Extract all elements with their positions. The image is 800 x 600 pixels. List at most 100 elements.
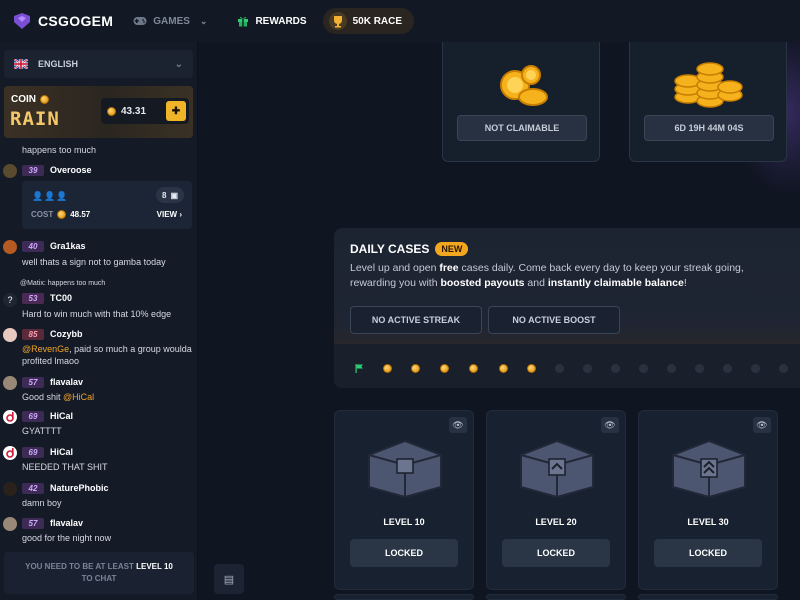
chat-text: @RevenGe, paid so much a group woulda pr… [22, 343, 194, 367]
language-label: ENGLISH [38, 59, 79, 69]
chat-username[interactable]: flavalav [50, 518, 83, 528]
chat-text: NEEDED THAT SHIT [22, 462, 108, 472]
case-level-label: LEVEL 30 [687, 517, 729, 527]
chest-icon [368, 439, 442, 499]
coin-pile-icon [500, 65, 548, 106]
chat-text-body: Good shit [22, 392, 64, 402]
chat-username[interactable]: HiCal [50, 411, 73, 421]
level-badge: 85 [22, 329, 44, 340]
chat-username[interactable]: Cozybb [50, 329, 83, 339]
level-badge: 69 [22, 411, 44, 422]
case-card-level-30[interactable]: 👁 LEVEL 30 LOCKED [638, 410, 778, 590]
logo-text: CSGO [38, 13, 81, 29]
streak-track [334, 344, 800, 388]
avatar[interactable] [3, 328, 17, 342]
eye-icon[interactable]: 👁 [449, 417, 467, 433]
coin-stack-icon [674, 62, 743, 108]
locked-button[interactable]: LOCKED [502, 539, 610, 567]
case-count-badge: 8 ▣ [155, 187, 184, 203]
avatar[interactable] [3, 482, 17, 496]
avatar[interactable] [3, 164, 17, 178]
box-icon: ▣ [170, 190, 178, 200]
chat-username[interactable]: TC00 [50, 293, 72, 303]
desc-part: ! [683, 277, 687, 289]
nav-rewards-label: REWARDS [255, 15, 307, 27]
chat-text: well thats a sign not to gamba today [22, 257, 166, 267]
race-button[interactable]: 50K RACE [322, 8, 415, 34]
level-badge: 42 [22, 483, 44, 494]
chat-text: happens too much [22, 145, 97, 155]
rain-card: 👤👤👤 8 ▣ COST 48.57 VIEW › [22, 181, 192, 229]
chat-text: Hard to win much with that 10% edge [22, 309, 172, 319]
locked-button[interactable]: LOCKED [654, 539, 762, 567]
rain-cost: COST 48.57 [31, 210, 90, 219]
chat-username[interactable]: NaturePhobic [50, 483, 109, 493]
coin-rain-banner: COIN RAIN 43.31 ✚ [4, 86, 193, 138]
language-select[interactable]: ENGLISH ⌄ [4, 50, 193, 78]
desc-bold: instantly claimable balance [547, 277, 684, 289]
chat-username[interactable]: HiCal [50, 447, 73, 457]
claim-status-button[interactable]: NOT CLAIMABLE [457, 115, 587, 141]
flag-icon [354, 176, 363, 185]
locked-button[interactable]: LOCKED [350, 539, 458, 567]
avatar[interactable]: ? [3, 293, 17, 307]
avatar[interactable] [3, 517, 17, 531]
cost-label: COST [31, 210, 54, 219]
avatar-logo-icon [6, 412, 14, 422]
notice-suffix: TO CHAT [81, 574, 117, 583]
view-button[interactable]: VIEW › [157, 210, 182, 219]
daily-description: Level up and open free cases daily. Come… [350, 261, 770, 291]
desc-bold: free [439, 262, 459, 274]
desc-part: and [524, 277, 548, 289]
rain-amount: 43.31 [121, 105, 147, 117]
case-card-level-20[interactable]: 👁 LEVEL 20 LOCKED [486, 410, 626, 590]
gamepad-icon [133, 17, 147, 25]
chat-username[interactable]: flavalav [50, 377, 83, 387]
tip-rain-button[interactable]: ✚ [166, 101, 186, 121]
level-badge: 57 [22, 377, 44, 388]
coin-icon [40, 95, 49, 104]
avatar[interactable] [3, 240, 17, 254]
eye-icon[interactable]: 👁 [601, 417, 619, 433]
desc-bold: boosted payouts [440, 277, 525, 289]
logo[interactable]: CSGOGEM [12, 13, 113, 29]
avatar[interactable] [3, 446, 17, 460]
mention[interactable]: @RevenGe [22, 344, 69, 354]
avatar[interactable] [3, 410, 17, 424]
avatar[interactable] [3, 376, 17, 390]
uk-flag-icon [14, 59, 28, 69]
level-badge: 39 [22, 165, 44, 176]
reply-reference: @Matix: happens too much [20, 280, 106, 287]
nav-rewards[interactable]: REWARDS [237, 15, 307, 27]
chat-locked-notice: YOU NEED TO BE AT LEAST LEVEL 10 TO CHAT [4, 552, 194, 594]
case-card [334, 594, 474, 600]
chat-username[interactable]: Overoose [50, 165, 92, 175]
level-badge: 57 [22, 518, 44, 529]
gift-icon [238, 16, 249, 27]
new-badge: NEW [435, 242, 469, 256]
streak-button[interactable]: NO ACTIVE STREAK [350, 306, 482, 334]
race-label: 50K RACE [352, 15, 403, 27]
chest-icon [520, 439, 594, 499]
eye-icon[interactable]: 👁 [753, 417, 771, 433]
level-badge: 69 [22, 447, 44, 458]
chat-username[interactable]: Gra1kas [50, 241, 86, 251]
mention[interactable]: @HiCal [63, 392, 94, 402]
trophy-icon [328, 12, 347, 30]
coin-icon [107, 106, 116, 116]
logo-text-bold: GEM [80, 13, 114, 29]
nav-games[interactable]: GAMES ⌄ [133, 16, 207, 27]
boost-button[interactable]: NO ACTIVE BOOST [488, 306, 620, 334]
case-card-level-10[interactable]: 👁 LEVEL 10 LOCKED [334, 410, 474, 590]
chat-text: good for the night now [22, 533, 112, 543]
coin-label: COIN [11, 94, 36, 105]
level-badge: 40 [22, 241, 44, 252]
chevron-down-icon: ⌄ [174, 58, 183, 70]
notice-prefix: YOU NEED TO BE AT LEAST [25, 562, 134, 571]
case-card [638, 594, 778, 600]
chat-text: damn boy [22, 498, 62, 508]
claim-timer: 6D 19H 44M 04S [644, 115, 774, 141]
coin-icon [57, 210, 67, 219]
desc-part: Level up and open [350, 262, 440, 274]
coin-rain-title: COIN [11, 94, 49, 105]
